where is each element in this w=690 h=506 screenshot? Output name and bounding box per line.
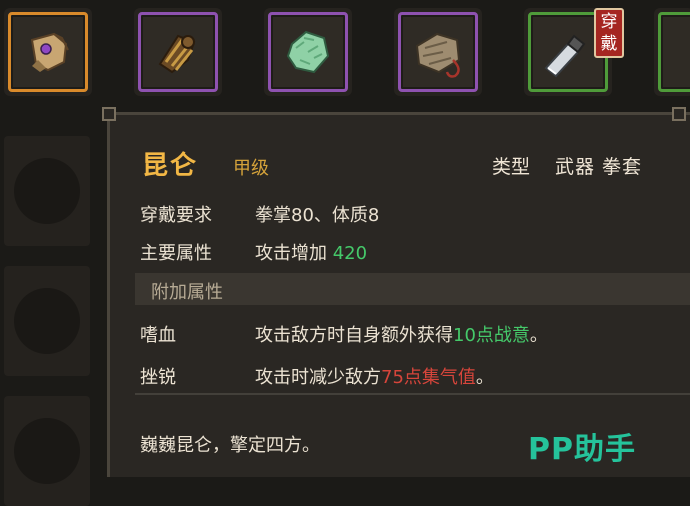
section-title: 附加属性 (151, 282, 223, 303)
wrap-gauntlet-icon (158, 34, 196, 74)
main-attr-text: 攻击增加 (255, 243, 327, 264)
item-type-value: 武器 拳套 (555, 156, 643, 178)
flavor-text: 巍巍昆仑，擎定四方。 (140, 435, 320, 456)
requirement-label: 穿戴要求 (140, 205, 212, 226)
glove-icon (30, 32, 69, 72)
main-attr-number: 420 (332, 243, 368, 264)
effect-highlight: 75点集气值 (381, 367, 476, 388)
frame-corner (102, 107, 116, 121)
item-name: 昆仑 (142, 151, 199, 181)
effect-highlight: 10点战意 (453, 325, 530, 346)
effect-label-bloodthirst: 嗜血 (140, 325, 176, 346)
effect-prefix: 攻击敌方时自身额外获得 (255, 325, 453, 346)
slot-placeholder (14, 288, 80, 354)
effect-suffix: 。 (475, 367, 494, 388)
extra-attr-section: 附加属性 (135, 273, 690, 305)
requirement-value: 拳掌80、体质8 (255, 205, 380, 226)
jade-stone-icon (286, 30, 330, 74)
slot-placeholder (14, 418, 80, 484)
item-tooltip: 昆仑 甲级 类型 武器 拳套 穿戴要求 拳掌80、体质8 主要属性 攻击增加 4… (102, 107, 690, 477)
empty-slot[interactable] (4, 136, 90, 246)
item-type-label: 类型 (492, 156, 531, 178)
effect-desc-bloodthirst: 攻击敌方时自身额外获得10点战意。 (255, 321, 548, 347)
slot-frame (398, 12, 478, 92)
empty-slot[interactable] (4, 266, 90, 376)
stone-pouch-icon (415, 32, 461, 78)
empty-slot[interactable] (4, 396, 90, 506)
slot-placeholder (14, 158, 80, 224)
slot-frame (268, 12, 348, 92)
main-attr-label: 主要属性 (140, 243, 212, 264)
side-slot-column (0, 118, 104, 506)
item-grade: 甲级 (233, 158, 269, 179)
inventory-row: 穿戴 (0, 0, 690, 112)
tooltip-divider (135, 393, 690, 395)
effect-label-blunt: 挫锐 (140, 367, 176, 388)
main-attr-value: 攻击增加 420 (255, 239, 367, 265)
item-slot-glove[interactable] (4, 8, 92, 96)
slot-frame (138, 12, 218, 92)
item-slot-edge[interactable] (654, 8, 690, 96)
slot-frame (8, 12, 88, 92)
cleaver-icon (544, 34, 586, 78)
item-slot-wrap[interactable] (134, 8, 222, 96)
slot-frame (658, 12, 690, 92)
frame-corner (672, 107, 686, 121)
effect-desc-blunt: 攻击时减少敌方75点集气值。 (255, 363, 494, 389)
effect-suffix: 。 (529, 325, 548, 346)
effect-prefix: 攻击时减少敌方 (255, 367, 381, 388)
item-slot-stone[interactable] (394, 8, 482, 96)
item-slot-jade[interactable] (264, 8, 352, 96)
equipped-badge: 穿戴 (594, 8, 624, 58)
watermark: PP助手 (528, 432, 636, 467)
